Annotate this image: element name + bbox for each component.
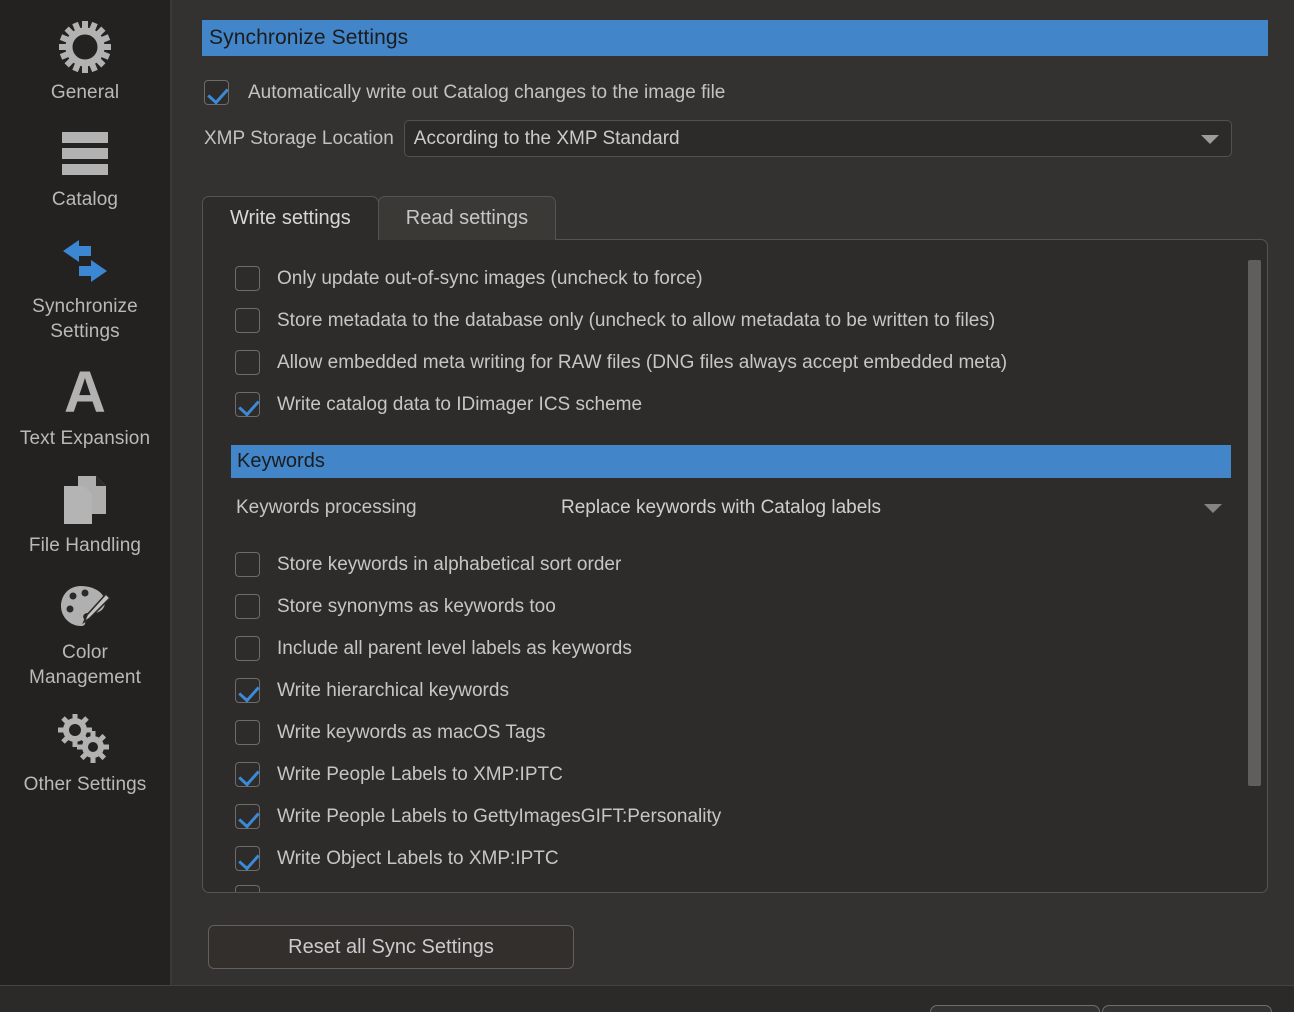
sidebar-label-general: General [50,82,120,103]
auto-write-checkbox[interactable] [204,80,229,105]
sidebar-label-color-management: Color Management [29,642,141,688]
chevron-down-icon[interactable] [1204,504,1222,513]
keywords-processing-row[interactable]: Keywords processing Replace keywords wit… [236,493,1236,523]
include-parent-labels-checkbox[interactable] [235,636,260,661]
palette-icon [54,576,116,638]
option-write-object-labels-iptc[interactable]: Write Object Labels to XMP:IPTC [235,846,559,871]
write-keywords-macos-tags-checkbox[interactable] [235,720,260,745]
partial-next-option-checkbox[interactable] [235,885,260,892]
sidebar-item-color-management[interactable]: Color Management [0,568,170,700]
documents-icon [54,469,116,531]
keywords-processing-label: Keywords processing [236,497,417,518]
only-update-out-of-sync-checkbox[interactable] [235,266,260,291]
only-update-out-of-sync-label: Only update out-of-sync images (uncheck … [277,267,703,289]
footer-button-left[interactable] [930,1005,1100,1012]
write-people-labels-iptc-checkbox[interactable] [235,762,260,787]
option-write-catalog-ics[interactable]: Write catalog data to IDimager ICS schem… [235,392,642,417]
auto-write-row[interactable]: Automatically write out Catalog changes … [204,80,725,105]
keywords-processing-value: Replace keywords with Catalog labels [561,497,881,518]
tab-read-settings-label: Read settings [405,207,529,229]
write-hierarchical-keywords-label: Write hierarchical keywords [277,679,509,701]
write-people-labels-getty-label: Write People Labels to GettyImagesGIFT:P… [277,805,722,827]
xmp-storage-label: XMP Storage Location [204,127,394,149]
panel-scrollbar-thumb[interactable] [1248,260,1261,786]
store-metadata-database-only-checkbox[interactable] [235,308,260,333]
store-keywords-alphabetical-checkbox[interactable] [235,552,260,577]
write-keywords-macos-tags-label: Write keywords as macOS Tags [277,721,546,743]
sync-arrows-icon [54,230,116,292]
sidebar-label-other-settings: Other Settings [23,774,147,795]
xmp-storage-row: XMP Storage Location According to the XM… [204,120,1232,157]
reset-all-sync-settings-button[interactable]: Reset all Sync Settings [208,925,574,969]
tab-write-settings[interactable]: Write settings [202,196,379,241]
option-write-people-labels-iptc[interactable]: Write People Labels to XMP:IPTC [235,762,563,787]
store-synonyms-label: Store synonyms as keywords too [277,595,556,617]
keywords-section-header: Keywords [231,445,1231,478]
option-write-keywords-macos-tags[interactable]: Write keywords as macOS Tags [235,720,546,745]
preferences-window: General Catalog Synchronize Settings A T… [0,0,1294,1012]
write-object-labels-iptc-checkbox[interactable] [235,846,260,871]
store-synonyms-checkbox[interactable] [235,594,260,619]
tab-write-settings-label: Write settings [230,207,351,229]
footer-bar [0,986,1294,1012]
option-store-keywords-alphabetical[interactable]: Store keywords in alphabetical sort orde… [235,552,621,577]
option-allow-embedded-raw[interactable]: Allow embedded meta writing for RAW file… [235,350,1007,375]
write-hierarchical-keywords-checkbox[interactable] [235,678,260,703]
write-settings-panel: Only update out-of-sync images (uncheck … [202,239,1268,893]
sidebar-label-synchronize-settings: Synchronize Settings [32,296,138,342]
write-people-labels-getty-checkbox[interactable] [235,804,260,829]
sidebar-item-general[interactable]: General [0,8,170,115]
keywords-section-title: Keywords [237,450,325,472]
sidebar-item-synchronize-settings[interactable]: Synchronize Settings [0,222,170,354]
store-keywords-alphabetical-label: Store keywords in alphabetical sort orde… [277,553,622,575]
sidebar-nav: General Catalog Synchronize Settings A T… [0,0,170,985]
chevron-down-icon [1200,134,1219,144]
option-store-metadata-database-only[interactable]: Store metadata to the database only (unc… [235,308,995,333]
store-metadata-database-only-label: Store metadata to the database only (unc… [277,309,996,331]
option-write-people-labels-getty[interactable]: Write People Labels to GettyImagesGIFT:P… [235,804,721,829]
write-object-labels-iptc-label: Write Object Labels to XMP:IPTC [277,847,559,869]
option-write-hierarchical-keywords[interactable]: Write hierarchical keywords [235,678,509,703]
option-store-synonyms[interactable]: Store synonyms as keywords too [235,594,556,619]
sidebar-item-text-expansion[interactable]: A Text Expansion [0,354,170,461]
tab-read-settings[interactable]: Read settings [377,196,557,240]
main-content: Synchronize Settings Automatically write… [172,0,1294,985]
option-only-update-out-of-sync[interactable]: Only update out-of-sync images (uncheck … [235,266,703,291]
sidebar-item-file-handling[interactable]: File Handling [0,461,170,568]
page-title-bar: Synchronize Settings [202,20,1268,56]
option-include-parent-labels[interactable]: Include all parent level labels as keywo… [235,636,632,661]
letter-a-icon: A [64,360,106,425]
include-parent-labels-label: Include all parent level labels as keywo… [277,637,632,659]
footer-button-right[interactable] [1102,1005,1272,1012]
sidebar-item-other-settings[interactable]: Other Settings [0,700,170,807]
write-catalog-ics-checkbox[interactable] [235,392,260,417]
sidebar-item-catalog[interactable]: Catalog [0,115,170,222]
catalog-stack-icon [54,123,116,185]
xmp-storage-value: According to the XMP Standard [413,127,680,149]
write-catalog-ics-label: Write catalog data to IDimager ICS schem… [277,393,643,415]
gear-icon [54,16,116,78]
write-people-labels-iptc-label: Write People Labels to XMP:IPTC [277,763,563,785]
reset-all-sync-settings-label: Reset all Sync Settings [288,935,494,958]
gears-icon [54,708,116,770]
allow-embedded-raw-checkbox[interactable] [235,350,260,375]
sidebar-label-text-expansion: Text Expansion [19,428,151,449]
settings-tabs: Write settings Read settings [202,196,557,241]
auto-write-label: Automatically write out Catalog changes … [248,81,726,103]
panel-scrollbar[interactable] [1248,246,1261,886]
page-title: Synchronize Settings [209,26,409,49]
sidebar-label-catalog: Catalog [51,189,119,210]
allow-embedded-raw-label: Allow embedded meta writing for RAW file… [277,351,1008,373]
sidebar-label-file-handling: File Handling [28,535,142,556]
xmp-storage-select[interactable]: According to the XMP Standard [403,120,1232,157]
